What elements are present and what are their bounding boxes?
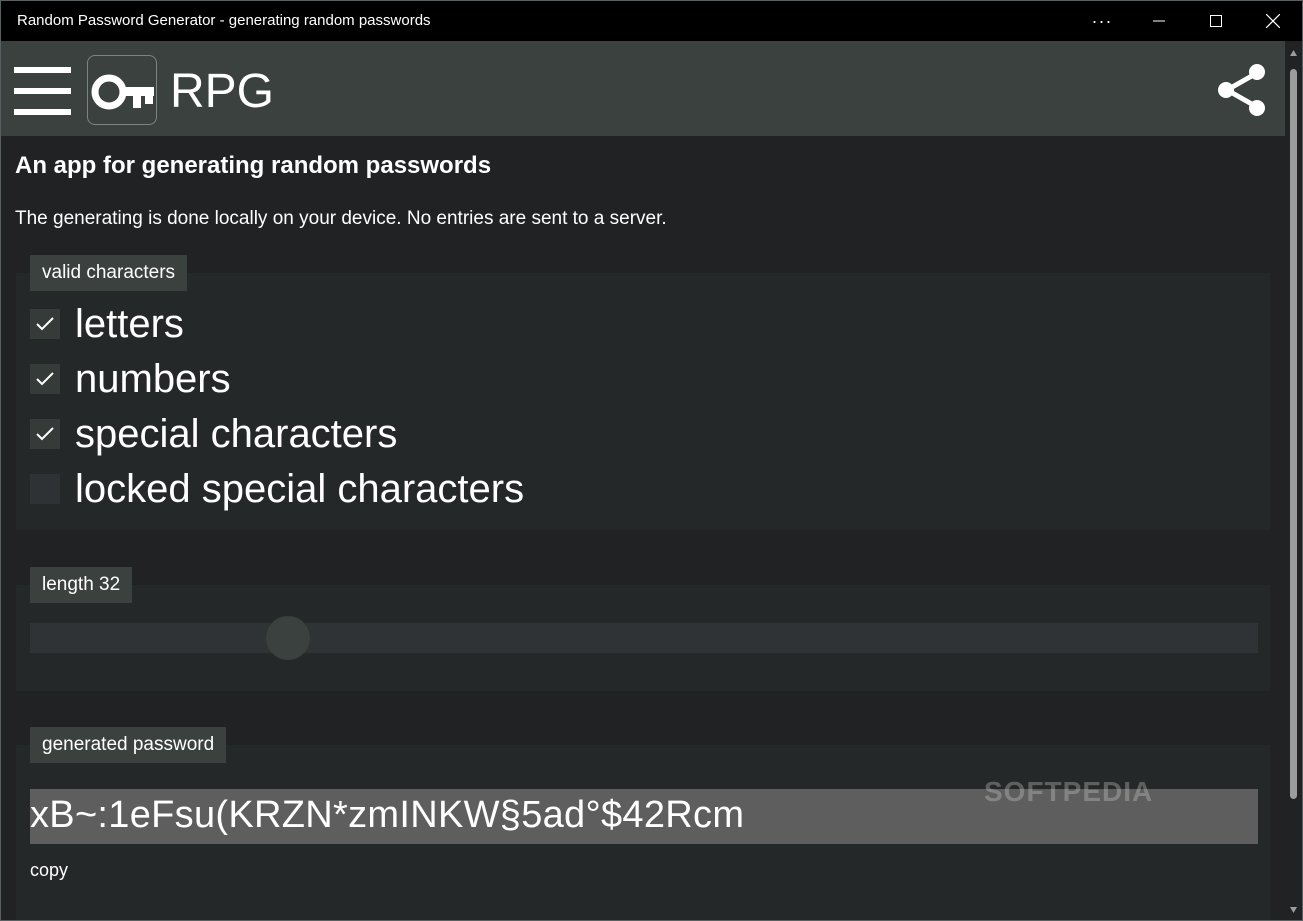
title-bar: Random Password Generator - generating r… — [1, 1, 1302, 41]
special-characters-option[interactable]: special characters — [30, 411, 398, 456]
generated-password-legend: generated password — [30, 727, 227, 763]
length-legend: length 32 — [30, 567, 133, 603]
locked-special-characters-option[interactable]: locked special characters — [30, 466, 525, 511]
scroll-up-icon[interactable] — [1289, 49, 1298, 58]
locked-special-characters-checkbox[interactable] — [30, 474, 60, 504]
letters-option[interactable]: letters — [30, 301, 184, 346]
maximize-icon — [1210, 15, 1222, 27]
scrollbar-thumb[interactable] — [1290, 69, 1297, 799]
more-icon: ··· — [1091, 10, 1113, 31]
page-heading: An app for generating random passwords — [15, 152, 492, 179]
vertical-scrollbar[interactable] — [1285, 41, 1302, 920]
close-icon — [1266, 14, 1280, 28]
close-button[interactable] — [1245, 1, 1301, 41]
window-title: Random Password Generator - generating r… — [17, 12, 431, 29]
checkmark-icon — [36, 317, 54, 331]
app-bar: RPG — [1, 41, 1285, 136]
special-characters-checkbox[interactable] — [30, 419, 60, 449]
special-characters-label: special characters — [75, 411, 398, 456]
main-content: An app for generating random passwords T… — [1, 136, 1285, 920]
more-options-button[interactable]: ··· — [1074, 1, 1130, 41]
locked-special-characters-label: locked special characters — [75, 466, 525, 511]
minimize-button[interactable] — [1131, 1, 1187, 41]
app-window: Random Password Generator - generating r… — [0, 0, 1303, 921]
share-icon[interactable] — [1217, 63, 1267, 117]
hamburger-menu-icon[interactable] — [14, 67, 71, 115]
privacy-note: The generating is done locally on your d… — [15, 208, 667, 229]
checkmark-icon — [36, 427, 54, 441]
scroll-down-icon[interactable] — [1289, 905, 1298, 914]
copy-button[interactable]: copy — [30, 860, 68, 881]
numbers-label: numbers — [75, 356, 231, 401]
numbers-option[interactable]: numbers — [30, 356, 231, 401]
valid-characters-legend: valid characters — [30, 255, 188, 291]
length-slider-track[interactable] — [30, 623, 1258, 653]
password-value[interactable]: xB~:1eFsu(KRZN*zmINKW§5ad°$42Rcm — [30, 794, 744, 837]
length-slider-thumb[interactable] — [266, 616, 310, 660]
softpedia-watermark: SOFTPEDIA — [984, 776, 1154, 807]
minimize-icon — [1153, 20, 1165, 22]
key-icon — [87, 55, 157, 125]
checkmark-icon — [36, 372, 54, 386]
numbers-checkbox[interactable] — [30, 364, 60, 394]
letters-label: letters — [75, 301, 184, 346]
app-title: RPG — [170, 65, 275, 118]
letters-checkbox[interactable] — [30, 309, 60, 339]
maximize-button[interactable] — [1188, 1, 1244, 41]
